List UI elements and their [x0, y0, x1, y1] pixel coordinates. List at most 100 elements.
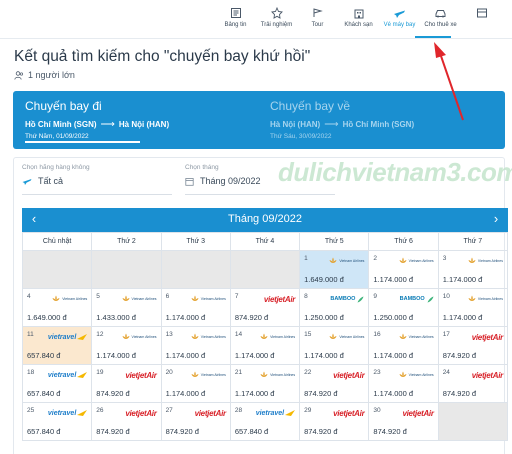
- calendar-day-cell[interactable]: 6 Vietnam Airlines 1.174.000 đ: [161, 289, 231, 327]
- day-number: 7: [234, 293, 239, 300]
- fare-price: 657.840 đ: [234, 427, 269, 436]
- hotel-icon: [352, 6, 366, 19]
- fare-price: 1.649.000 đ: [304, 275, 344, 284]
- fare-price: 1.174.000 đ: [165, 313, 206, 322]
- calendar-day-cell[interactable]: 8 BAMBOO 1.250.000 đ: [300, 289, 370, 327]
- calendar-day-cell[interactable]: 26 vietjetAir 874.920 đ: [92, 403, 162, 441]
- calendar-empty-cell: [438, 403, 508, 441]
- airline-filter[interactable]: Chọn hãng hàng không Tất cả: [22, 164, 90, 186]
- nav-item-flights[interactable]: Vé máy bay: [379, 0, 420, 38]
- month-filter-underline: [185, 194, 335, 195]
- fare-price: 657.840 đ: [27, 351, 61, 360]
- day-number: 19: [96, 369, 104, 376]
- calendar-day-cell[interactable]: 19 vietjetAir 874.920 đ: [92, 365, 162, 403]
- outbound-leg[interactable]: Chuyến bay đi Hồ Chí Minh (SGN) ⟶ Hà Nội…: [25, 99, 169, 140]
- nav-item-news[interactable]: Bảng tin: [215, 0, 256, 38]
- fare-price: 1.250.000 đ: [304, 313, 344, 322]
- nav-item-hotel[interactable]: Khách sạn: [338, 0, 379, 38]
- next-month-button[interactable]: ›: [488, 211, 504, 226]
- calendar-day-cell[interactable]: 25 vietravel 657.840 đ: [23, 403, 93, 441]
- more-icon: [475, 6, 489, 19]
- calendar-day-cell[interactable]: 9 BAMBOO 1.250.000 đ: [369, 289, 439, 327]
- calendar-day-cell[interactable]: 7 vietjetAir 874.920 đ: [230, 289, 301, 327]
- vietnam-airlines-logo: Vietnam Airlines: [122, 293, 157, 305]
- day-number: 5: [96, 293, 100, 300]
- calendar-day-cell[interactable]: 14 Vietnam Airlines 1.174.000 đ: [230, 327, 301, 365]
- month-filter[interactable]: Chọn tháng Tháng 09/2022: [185, 164, 261, 186]
- nav-item-label: Khách sạn: [344, 22, 373, 28]
- calendar-day-cell[interactable]: 22 vietjetAir 874.920 đ: [300, 365, 370, 403]
- calendar-day-cell[interactable]: 2 Vietnam Airlines 1.174.000 đ: [369, 251, 439, 289]
- month-filter-caption: Chọn tháng: [185, 164, 219, 171]
- calendar-header: ‹ Tháng 09/2022 ›: [22, 208, 508, 232]
- calendar-day-cell[interactable]: 23 Vietnam Airlines 1.174.000 đ: [369, 365, 439, 403]
- top-navigation: Bảng tin Trải nghiệm Tour Khách sạn Vé m…: [215, 0, 512, 38]
- return-to: Hồ Chí Minh (SGN): [342, 120, 415, 129]
- day-number: 11: [27, 331, 34, 338]
- fare-price: 657.840 đ: [27, 427, 61, 436]
- vietnam-airlines-logo: Vietnam Airlines: [260, 369, 295, 381]
- calendar-day-cell[interactable]: 16 Vietnam Airlines 1.174.000 đ: [369, 327, 439, 365]
- calendar-day-cell[interactable]: 1 Vietnam Airlines 1.649.000 đ: [300, 251, 370, 289]
- calendar-day-cell[interactable]: 13 Vietnam Airlines 1.174.000 đ: [161, 327, 231, 365]
- month-filter-value[interactable]: Tháng 09/2022: [185, 176, 261, 186]
- calendar-day-cell[interactable]: 15 Vietnam Airlines 1.174.000 đ: [300, 327, 370, 365]
- vietjet-logo: vietjetAir: [402, 408, 434, 418]
- vietnam-airlines-logo: Vietnam Airlines: [122, 331, 157, 343]
- fare-calendar: Chủ nhật Thứ 2 Thứ 3 Thứ 4 Thứ 5 Thứ 6 Thứ 7 1 V…: [22, 232, 508, 441]
- nav-item-car-rental[interactable]: Cho thuê xe: [420, 0, 461, 38]
- calendar-day-cell[interactable]: 28 vietravel 657.840 đ: [230, 403, 301, 441]
- outbound-route: Hồ Chí Minh (SGN) ⟶ Hà Nội (HAN): [25, 119, 169, 130]
- day-number: 10: [442, 293, 450, 300]
- vietnam-airlines-logo: Vietnam Airlines: [52, 293, 87, 305]
- fare-price: 874.920 đ: [304, 427, 338, 436]
- calendar-day-cell[interactable]: 27 vietjetAir 874.920 đ: [161, 403, 231, 441]
- calendar-day-cell[interactable]: 18 vietravel 657.840 đ: [23, 365, 93, 403]
- calendar-day-cell[interactable]: 29 vietjetAir 874.920 đ: [300, 403, 370, 441]
- calendar-day-cell[interactable]: 20 Vietnam Airlines 1.174.000 đ: [161, 365, 231, 403]
- calendar-empty-cell: [23, 251, 93, 289]
- vietjet-logo: vietjetAir: [333, 370, 365, 380]
- calendar-day-cell[interactable]: 12 Vietnam Airlines 1.174.000 đ: [92, 327, 162, 365]
- fare-price: 874.920 đ: [304, 389, 338, 398]
- experience-icon: [270, 6, 284, 19]
- calendar-day-cell[interactable]: 17 vietjetAir 874.920 đ: [438, 327, 508, 365]
- nav-item-more[interactable]: [461, 0, 502, 38]
- bamboo-logo: BAMBOO: [400, 293, 434, 305]
- calendar-day-cell[interactable]: 10 Vietnam Airlines 1.174.000 đ: [438, 289, 508, 327]
- weekday-header: Thứ 3: [161, 233, 231, 251]
- day-number: 28: [234, 407, 243, 414]
- fare-price: 1.174.000 đ: [373, 389, 414, 398]
- vietnam-airlines-logo: Vietnam Airlines: [468, 255, 503, 267]
- day-number: 1: [304, 255, 308, 262]
- calendar-day-cell[interactable]: 5 Vietnam Airlines 1.433.000 đ: [92, 289, 162, 327]
- return-route: Hà Nội (HAN) ⟶ Hồ Chí Minh (SGN): [270, 119, 414, 130]
- day-number: 9: [373, 293, 378, 300]
- calendar-day-cell[interactable]: 30 vietjetAir 874.920 đ: [369, 403, 439, 441]
- calendar-week-row: 25 vietravel 657.840 đ 26 vietjetAir 874.920 …: [23, 403, 508, 441]
- plane-icon: [22, 179, 32, 185]
- route-banner: Chuyến bay đi Hồ Chí Minh (SGN) ⟶ Hà Nội…: [13, 91, 505, 149]
- day-number: 25: [27, 407, 35, 414]
- day-number: 18: [27, 369, 35, 376]
- nav-item-experience[interactable]: Trải nghiệm: [256, 0, 297, 38]
- calendar-day-cell[interactable]: 4 Vietnam Airlines 1.649.000 đ: [23, 289, 93, 327]
- day-number: 16: [373, 331, 381, 338]
- day-number: 20: [165, 369, 173, 376]
- calendar-day-cell[interactable]: 24 vietjetAir 874.920 đ: [438, 365, 508, 403]
- day-number: 27: [165, 407, 173, 414]
- day-number: 17: [442, 331, 450, 338]
- day-number: 24: [442, 369, 450, 376]
- news-icon: [229, 6, 243, 19]
- month-filter-text: Tháng 09/2022: [200, 176, 261, 186]
- return-leg[interactable]: Chuyến bay về Hà Nội (HAN) ⟶ Hồ Chí Minh…: [270, 99, 414, 140]
- airline-filter-value[interactable]: Tất cả: [22, 176, 90, 186]
- nav-item-tour[interactable]: Tour: [297, 0, 338, 38]
- vietjet-logo: vietjetAir: [125, 370, 157, 380]
- calendar-day-cell[interactable]: 21 Vietnam Airlines 1.174.000 đ: [230, 365, 301, 403]
- fare-price: 1.174.000 đ: [234, 351, 275, 360]
- calendar-day-cell[interactable]: 3 Vietnam Airlines 1.174.000 đ: [438, 251, 508, 289]
- return-heading: Chuyến bay về: [270, 99, 351, 113]
- calendar-day-cell[interactable]: 11 vietravel 657.840 đ: [23, 327, 93, 365]
- fare-price: 657.840 đ: [27, 389, 61, 398]
